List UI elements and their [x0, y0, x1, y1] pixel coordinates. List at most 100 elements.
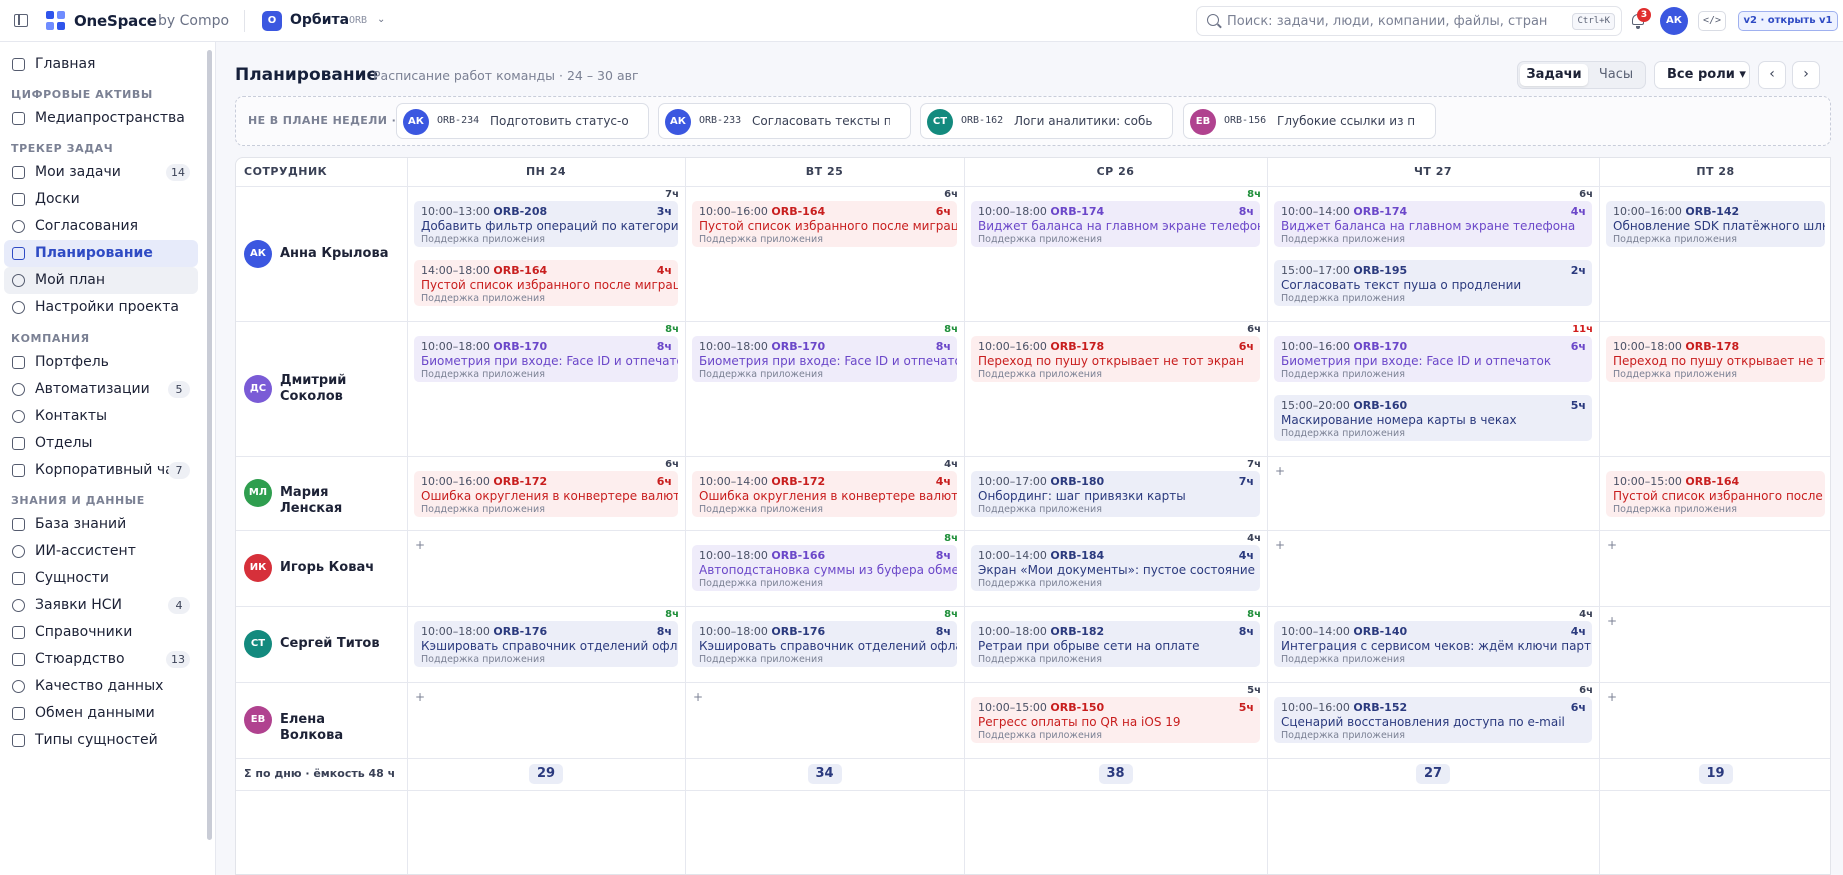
add-task-button[interactable]: +	[1607, 690, 1617, 704]
sidebar-item-boards[interactable]: Доски	[4, 186, 198, 213]
add-task-button[interactable]: +	[1607, 538, 1617, 552]
add-task-button[interactable]: +	[1607, 614, 1617, 628]
task-project: Поддержка приложения	[978, 578, 1102, 589]
next-week-button[interactable]: ›	[1792, 61, 1820, 89]
version-switch-button[interactable]: v2 · открыть v1	[1738, 11, 1838, 31]
employee-name[interactable]: Елена Волкова	[280, 712, 390, 744]
employee-avatar[interactable]: МЛ	[244, 479, 272, 507]
sidebar-item-data-exchange[interactable]: Обмен данными	[4, 700, 198, 727]
project-name[interactable]: Орбита	[290, 12, 349, 28]
chevron-down-icon[interactable]: ⌄	[377, 14, 385, 25]
task-card[interactable]: 10:00–14:00 ORB-184 4ч Экран «Мои документ…	[971, 545, 1260, 591]
task-card[interactable]: 10:00–16:00 ORB-164 6ч Пустой список избра…	[692, 201, 957, 247]
row-divider	[236, 530, 1830, 531]
task-card[interactable]: 10:00–15:00 ORB-150 5ч Регресс оплаты по Q…	[971, 697, 1260, 743]
user-avatar[interactable]: АК	[1660, 7, 1688, 35]
sidebar-item-my-tasks[interactable]: Мои задачи 14	[4, 159, 198, 186]
employee-avatar[interactable]: ИК	[244, 554, 272, 582]
employee-name[interactable]: Игорь Ковач	[280, 560, 390, 576]
day-hours-total: 11ч	[1572, 324, 1593, 335]
task-project: Поддержка приложения	[978, 730, 1102, 741]
task-time-range: 10:00–18:00	[978, 625, 1047, 638]
sidebar-item-automations[interactable]: Автоматизации 5	[4, 376, 198, 403]
task-card[interactable]: 10:00–18:00 ORB-170 8ч Биометрия при входе…	[692, 336, 957, 382]
code-view-button[interactable]: </>	[1698, 11, 1726, 31]
task-time: 10:00–18:00 ORB-176	[699, 625, 825, 638]
sidebar-item-entities[interactable]: Сущности	[4, 565, 198, 592]
task-card[interactable]: 10:00–16:00 ORB-178 6ч Переход по пушу отк…	[971, 336, 1260, 382]
search-input[interactable]	[1227, 11, 1547, 31]
prev-week-button[interactable]: ‹	[1758, 61, 1786, 89]
task-card[interactable]: 10:00–16:00 ORB-152 6ч Сценарий восстановл…	[1274, 697, 1592, 743]
task-card[interactable]: 10:00–14:00 ORB-172 4ч Ошибка округления в…	[692, 471, 957, 517]
task-card[interactable]: 14:00–18:00 ORB-164 4ч Пустой список избра…	[414, 260, 678, 306]
employee-avatar[interactable]: ЕВ	[244, 706, 272, 734]
add-task-button[interactable]: +	[415, 538, 425, 552]
tab-tasks[interactable]: Задачи	[1520, 64, 1588, 86]
employee-name[interactable]: Мария Ленская	[280, 485, 390, 517]
task-card[interactable]: 10:00–18:00 ORB-176 8ч Кэшировать справочн…	[414, 621, 678, 667]
task-time: 15:00–20:00 ORB-160	[1281, 399, 1407, 412]
check-circle-icon	[12, 220, 25, 233]
roles-select[interactable]: Все роли ▾	[1654, 61, 1750, 89]
task-card[interactable]: 10:00–14:00 ORB-140 4ч Интеграция с сервис…	[1274, 621, 1592, 667]
add-task-button[interactable]: +	[693, 690, 703, 704]
task-card[interactable]: 10:00–13:00 ORB-208 3ч Добавить фильтр опе…	[414, 201, 678, 247]
sidebar-item-portfolio[interactable]: Портфель	[4, 349, 198, 376]
employee-avatar[interactable]: СТ	[244, 630, 272, 658]
task-code: ORB-170	[1353, 340, 1408, 353]
sidebar-item-approvals[interactable]: Согласования	[4, 213, 198, 240]
employee-avatar[interactable]: ДС	[244, 374, 272, 403]
sidebar-item-home[interactable]: Главная	[4, 51, 198, 78]
sidebar: Главная ЦИФРОВЫЕ АКТИВЫ Медиапространств…	[0, 42, 216, 875]
task-card[interactable]: 10:00–18:00 ORB-170 8ч Биометрия при входе…	[414, 336, 678, 382]
sidebar-scrollbar[interactable]	[207, 50, 212, 840]
employee-name[interactable]: Сергей Титов	[280, 636, 390, 652]
task-card[interactable]: 10:00–17:00 ORB-180 7ч Онбординг: шаг прив…	[971, 471, 1260, 517]
task-card[interactable]: 10:00–14:00 ORB-174 4ч Виджет баланса на г…	[1274, 201, 1592, 247]
sidebar-item-ai-assistant[interactable]: ИИ-ассистент	[4, 538, 198, 565]
employee-name[interactable]: Дмитрий Соколов	[280, 373, 390, 405]
sidebar-item-departments[interactable]: Отделы	[4, 430, 198, 457]
task-card[interactable]: 10:00–18:00 ORB-166 8ч Автоподстановка сум…	[692, 545, 957, 591]
sidebar-item-my-plan[interactable]: Мой план	[4, 267, 198, 294]
employee-avatar[interactable]: АК	[244, 239, 272, 268]
task-code: ORB-176	[493, 625, 548, 638]
task-card[interactable]: 15:00–17:00 ORB-195 2ч Согласовать текст п…	[1274, 260, 1592, 306]
add-task-button[interactable]: +	[1275, 538, 1285, 552]
sidebar-item-planning[interactable]: Планирование	[4, 240, 198, 267]
task-card[interactable]: 15:00–20:00 ORB-160 5ч Маскирование номера…	[1274, 395, 1592, 441]
task-card[interactable]: 10:00–16:00 ORB-142 Обновление SDK платёж…	[1606, 201, 1825, 247]
task-card[interactable]: 10:00–16:00 ORB-170 6ч Биометрия при входе…	[1274, 336, 1592, 382]
brand-name[interactable]: OneSpace	[74, 12, 157, 30]
sidebar-item-stewardship[interactable]: Стюардство 13	[4, 646, 198, 673]
sidebar-item-project-settings[interactable]: Настройки проекта	[4, 294, 198, 321]
sidebar-item-corporate-chat[interactable]: Корпоративный чат 7	[4, 457, 198, 484]
task-card[interactable]: 10:00–18:00 ORB-176 8ч Кэшировать справочн…	[692, 621, 957, 667]
sidebar-item-entity-types[interactable]: Типы сущностей	[4, 727, 198, 754]
sidebar-item-data-quality[interactable]: Качество данных	[4, 673, 198, 700]
task-card[interactable]: 10:00–18:00 ORB-178 Переход по пушу откры…	[1606, 336, 1825, 382]
task-card[interactable]: 10:00–16:00 ORB-172 6ч Ошибка округления в…	[414, 471, 678, 517]
add-task-button[interactable]: +	[415, 690, 425, 704]
sidebar-toggle-icon[interactable]	[14, 14, 28, 27]
task-card[interactable]: 10:00–18:00 ORB-182 8ч Ретраи при обрыве с…	[971, 621, 1260, 667]
tab-hours[interactable]: Часы	[1590, 64, 1642, 86]
sidebar-item-nsi-requests[interactable]: Заявки НСИ 4	[4, 592, 198, 619]
project-badge[interactable]: О	[262, 11, 282, 31]
unplanned-task-chip[interactable]: СТ ORB-162 Логи аналитики: событи...	[920, 103, 1173, 139]
unplanned-task-chip[interactable]: АК ORB-233 Согласовать тексты пуш...	[658, 103, 911, 139]
add-task-button[interactable]: +	[1275, 464, 1285, 478]
global-search[interactable]: Ctrl+K	[1196, 6, 1622, 36]
unplanned-task-chip[interactable]: ЕВ ORB-156 Глубокие ссылки из пись...	[1183, 103, 1436, 139]
employee-name[interactable]: Анна Крылова	[280, 246, 390, 262]
sidebar-item-dictionaries[interactable]: Справочники	[4, 619, 198, 646]
task-code: ORB-174	[1353, 205, 1408, 218]
sidebar-item-media[interactable]: Медиапространства	[4, 105, 198, 132]
sidebar-item-knowledge-base[interactable]: База знаний	[4, 511, 198, 538]
task-card[interactable]: 10:00–15:00 ORB-164 Пустой список избранн…	[1606, 471, 1825, 517]
unplanned-task-chip[interactable]: АК ORB-234 Подготовить статус-отчё...	[396, 103, 649, 139]
task-card[interactable]: 10:00–18:00 ORB-174 8ч Виджет баланса на г…	[971, 201, 1260, 247]
sidebar-item-contacts[interactable]: Контакты	[4, 403, 198, 430]
task-time: 10:00–16:00 ORB-178	[978, 340, 1104, 353]
